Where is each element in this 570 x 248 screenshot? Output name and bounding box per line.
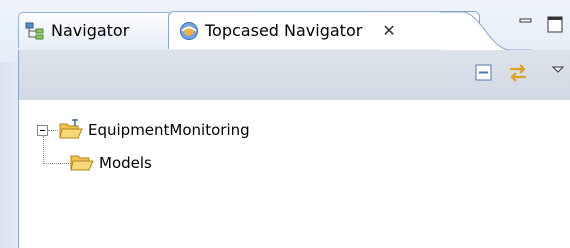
project-folder-icon (58, 119, 84, 141)
tree-item-label: EquipmentMonitoring (88, 121, 250, 139)
topcased-icon (179, 21, 199, 41)
tab-topcased-navigator[interactable]: Topcased Navigator ✕ (168, 11, 480, 49)
tab-topcased-navigator-label: Topcased Navigator (205, 21, 363, 40)
collapse-all-icon[interactable] (473, 62, 495, 84)
collapse-toggle-icon[interactable] (37, 124, 48, 136)
tree-item-root[interactable]: EquipmentMonitoring (37, 119, 250, 141)
navigator-icon (25, 22, 45, 40)
tree-item-models[interactable]: Models (43, 153, 152, 173)
tab-navigator-label: Navigator (51, 21, 130, 40)
minimize-icon[interactable] (518, 14, 534, 32)
close-icon[interactable]: ✕ (382, 22, 395, 39)
link-with-editor-icon[interactable] (507, 62, 529, 84)
navigator-view: Navigator Topcased Navigator ✕ Equipment… (0, 0, 570, 248)
tree-connector (43, 162, 69, 164)
tree-view: EquipmentMonitoring Models (18, 100, 570, 248)
tree-item-label: Models (99, 154, 152, 172)
view-toolbar (18, 50, 570, 100)
tree-connector (48, 129, 58, 131)
maximize-icon[interactable] (546, 14, 564, 38)
folder-icon (69, 153, 95, 173)
view-menu-icon[interactable] (549, 62, 570, 84)
tab-navigator[interactable]: Navigator (18, 12, 172, 48)
